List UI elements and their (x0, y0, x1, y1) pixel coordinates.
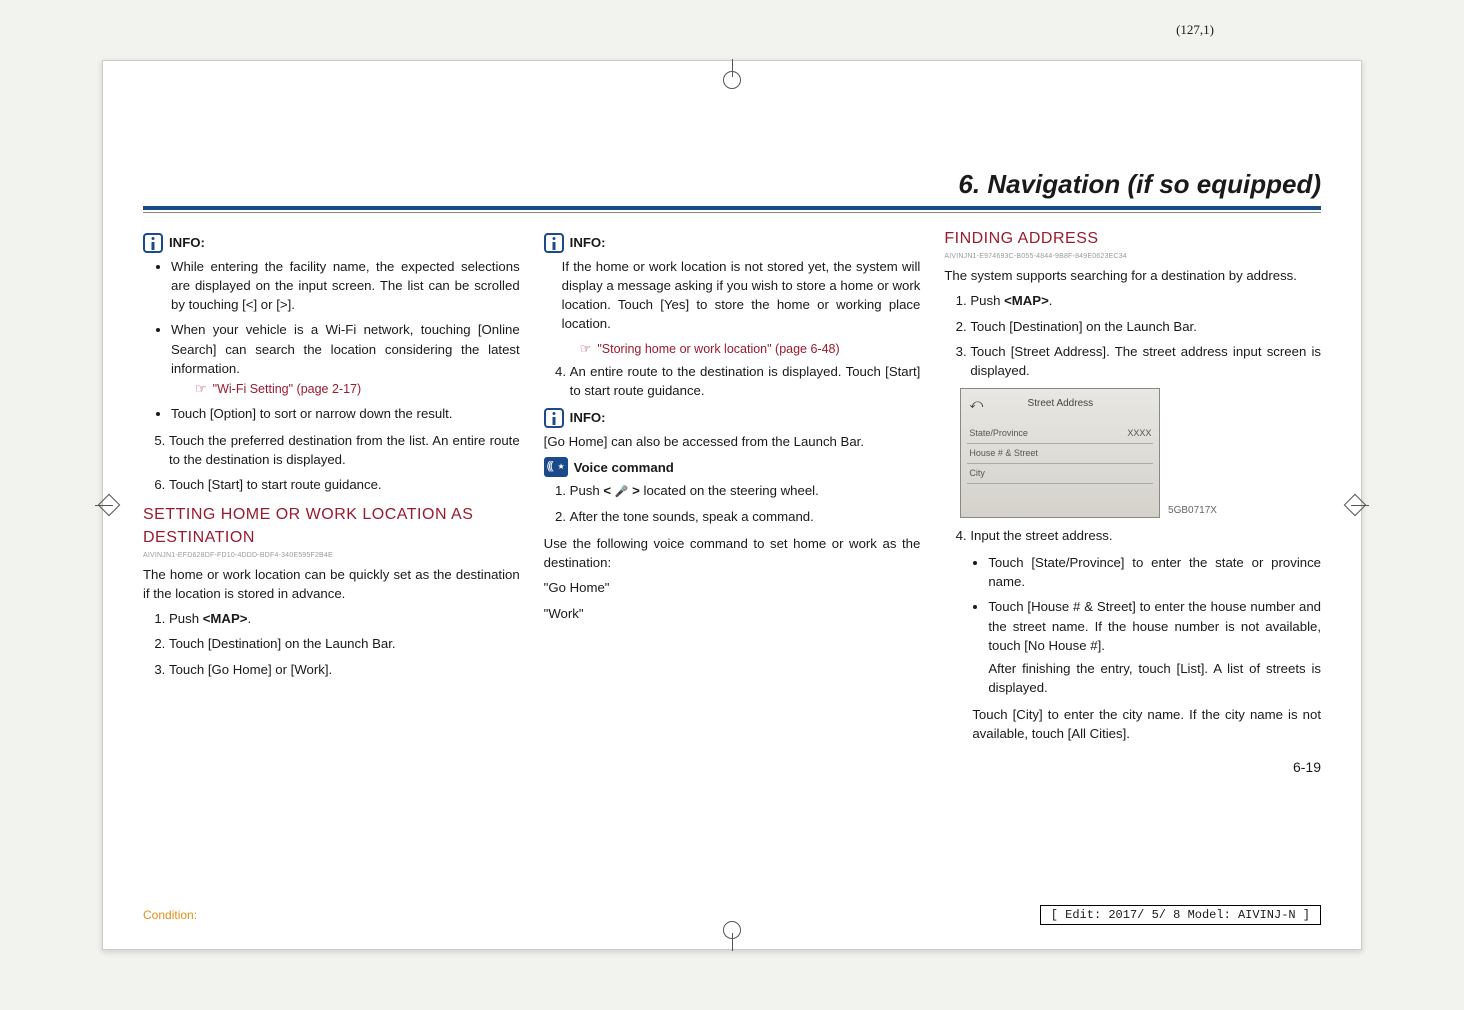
paragraph: If the home or work location is not stor… (562, 257, 921, 334)
info-label: INFO: (570, 408, 606, 427)
step-item: Touch [Start] to start route guidance. (169, 475, 520, 494)
cross-reference: ☞ "Storing home or work location" (page … (580, 340, 921, 358)
step-item: Push <MAP>. (169, 609, 520, 628)
paragraph: The system supports searching for a dest… (944, 266, 1321, 285)
list-item: Touch [Option] to sort or narrow down th… (171, 404, 520, 423)
ui-screenshot: ⤺ Street Address State/Province XXXX Hou… (960, 388, 1160, 518)
list-item: Touch [House # & Street] to enter the ho… (988, 597, 1321, 697)
step-item: Touch [Destination] on the Launch Bar. (169, 634, 520, 653)
info-tag: INFO: (143, 233, 520, 253)
step-item: Touch [Destination] on the Launch Bar. (970, 317, 1321, 336)
paragraph: [Go Home] can also be accessed from the … (544, 432, 921, 451)
crop-mark-bottom (702, 921, 762, 951)
step-list: Push <MAP>. Touch [Destination] on the L… (143, 609, 520, 678)
step-list: Push <MAP>. Touch [Destination] on the L… (944, 291, 1321, 380)
header-rule-thick (143, 206, 1321, 210)
voice-label: Voice command (574, 458, 674, 477)
reference-text: "Storing home or work location" (page 6-… (597, 340, 839, 358)
step-list: Touch the preferred destination from the… (143, 431, 520, 494)
screenshot-block: ⤺ Street Address State/Province XXXX Hou… (960, 388, 1321, 518)
step-list: An entire route to the destination is di… (544, 362, 921, 400)
info-tag: INFO: (544, 233, 921, 253)
page-coordinate: (127,1) (1176, 22, 1214, 38)
footer: Condition: [ Edit: 2017/ 5/ 8 Model: AIV… (143, 905, 1321, 925)
guid-code: AIVINJN1-E974693C-B055-4844-9B8F-849E062… (944, 252, 1321, 262)
column-2: INFO: If the home or work location is no… (544, 227, 921, 778)
chapter-header: 6. Navigation (if so equipped) (143, 169, 1321, 213)
step-item: Touch [Street Address]. The street addre… (970, 342, 1321, 380)
row-label: State/Province (969, 427, 1028, 440)
guid-code: AIVINJN1-EFD628DF-FD10-4DDD-BDF4-340E595… (143, 551, 520, 561)
reference-text: "Wi-Fi Setting" (page 2-17) (213, 380, 362, 398)
back-icon: ⤺ (969, 395, 983, 414)
screenshot-row: State/Province XXXX (967, 424, 1153, 444)
content-columns: INFO: While entering the facility name, … (143, 227, 1321, 778)
crop-mark-left (95, 491, 123, 519)
step-item: After the tone sounds, speak a command. (570, 507, 921, 526)
chapter-title: 6. Navigation (if so equipped) (143, 169, 1321, 200)
column-1: INFO: While entering the facility name, … (143, 227, 520, 778)
step-item: Touch [Go Home] or [Work]. (169, 660, 520, 679)
column-3: FINDING ADDRESS AIVINJN1-E974693C-B055-4… (944, 227, 1321, 778)
bullet-list: While entering the facility name, the ex… (143, 257, 520, 423)
step-list: Input the street address. (944, 526, 1321, 545)
bullet-list: Touch [State/Province] to enter the stat… (960, 553, 1321, 697)
section-heading: FINDING ADDRESS (944, 227, 1321, 250)
list-item-sub: After finishing the entry, touch [List].… (988, 659, 1321, 697)
voice-button-icon: 🎤 (615, 486, 629, 498)
step-item: Push <MAP>. (970, 291, 1321, 310)
crop-mark-right (1341, 491, 1369, 519)
paragraph: The home or work location can be quickly… (143, 565, 520, 603)
info-tag: INFO: (544, 408, 921, 428)
voice-phrase: "Work" (544, 604, 921, 623)
step-list: Push < 🎤 > located on the steering wheel… (544, 481, 921, 526)
step-item: Push < 🎤 > located on the steering wheel… (570, 481, 921, 501)
info-icon (143, 233, 163, 253)
reference-icon: ☞ (195, 382, 207, 395)
info-label: INFO: (169, 233, 205, 252)
paragraph: Touch [City] to enter the city name. If … (972, 705, 1321, 743)
list-item-text: When your vehicle is a Wi-Fi network, to… (171, 322, 520, 375)
info-icon (544, 233, 564, 253)
paragraph: Use the following voice command to set h… (544, 534, 921, 572)
cross-reference: ☞ "Wi-Fi Setting" (page 2-17) (195, 380, 520, 398)
list-item: While entering the facility name, the ex… (171, 257, 520, 314)
section-heading: SETTING HOME OR WORK LOCATION AS DESTINA… (143, 503, 520, 549)
page: 6. Navigation (if so equipped) INFO: Whi… (102, 60, 1362, 950)
list-item: Touch [State/Province] to enter the stat… (988, 553, 1321, 591)
info-icon (544, 408, 564, 428)
voice-command-icon (544, 457, 568, 477)
step-item: Touch the preferred destination from the… (169, 431, 520, 469)
step-text-a: Push (570, 483, 604, 498)
row-label: House # & Street (969, 447, 1038, 460)
step-item: Input the street address. (970, 526, 1321, 545)
list-item: When your vehicle is a Wi-Fi network, to… (171, 320, 520, 398)
voice-tag: Voice command (544, 457, 921, 477)
info-label: INFO: (570, 233, 606, 252)
row-value: XXXX (1127, 427, 1151, 440)
voice-phrase: "Go Home" (544, 578, 921, 597)
condition-label: Condition: (143, 908, 197, 922)
screenshot-title: Street Address (967, 395, 1153, 412)
step-text-b: located on the steering wheel. (644, 483, 819, 498)
screenshot-id: 5GB0717X (1168, 504, 1217, 519)
screenshot-row: City (967, 464, 1153, 484)
edit-model-box: [ Edit: 2017/ 5/ 8 Model: AIVINJ-N ] (1040, 905, 1321, 925)
header-rule-thin (143, 212, 1321, 213)
crop-mark-top (702, 59, 762, 89)
screenshot-row: House # & Street (967, 444, 1153, 464)
reference-icon: ☞ (580, 342, 592, 355)
page-number: 6-19 (944, 757, 1321, 777)
step-item: An entire route to the destination is di… (570, 362, 921, 400)
row-label: City (969, 467, 985, 480)
list-item-text: Touch [House # & Street] to enter the ho… (988, 599, 1321, 652)
